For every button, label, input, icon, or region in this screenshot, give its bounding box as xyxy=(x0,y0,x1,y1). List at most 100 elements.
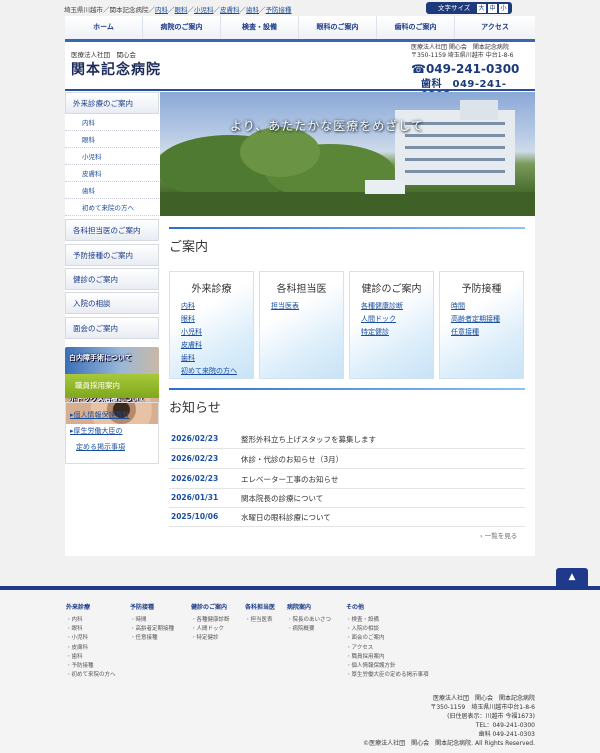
page-top-button[interactable]: ▲ xyxy=(556,568,588,586)
card-doctors-title: 各科担当医 xyxy=(276,284,327,295)
sidebar-links-box: ▸個人情報保護方針 ▸厚生労働大臣の 定める掲示事項 xyxy=(65,402,159,464)
sidebar-item-checkup[interactable]: 健診のご案内 xyxy=(65,268,159,290)
footer-col-vaccination: 予防接種 時間 高齢者定期接種 任意接種 xyxy=(130,602,174,644)
footer-col-doctors: 各科担当医 担当医表 xyxy=(245,602,275,625)
news-rule xyxy=(169,388,525,390)
footer: 外来診療 内科 眼科 小児科 皮膚科 歯科 予防接種 初めて来院の方へ 予防接種… xyxy=(0,586,600,753)
footer-link[interactable]: アクセス xyxy=(346,644,429,653)
top-bar: 埼玉県川越市／関本記念病院／内科／眼科／小児科／皮膚科／歯科／予防接種 文字サイ… xyxy=(0,0,600,16)
footer-link[interactable]: 小児科 xyxy=(66,634,116,643)
footer-link[interactable]: 厚生労働大臣の定める掲示事項 xyxy=(346,671,429,680)
font-size-switcher: 文字サイズ 大 中 小 xyxy=(426,2,512,14)
nav-dentistry[interactable]: 歯科のご案内 xyxy=(377,16,455,39)
footer-link[interactable]: 入院の相談 xyxy=(346,625,429,634)
card-outpatient: 外来診療 内科 眼科 小児科 皮膚科 歯科 初めて来院の方へ xyxy=(169,271,254,379)
breadcrumb-link-shika[interactable]: 歯科 xyxy=(246,6,259,14)
footer-link[interactable]: 面会のご案内 xyxy=(346,634,429,643)
footer-link[interactable]: 検査・設備 xyxy=(346,616,429,625)
sidebar-item-vaccination[interactable]: 予防接種のご案内 xyxy=(65,244,159,266)
card-checkup-link-specific[interactable]: 特定健診 xyxy=(361,327,389,337)
arrow-right-icon: › xyxy=(480,532,483,540)
breadcrumb: 埼玉県川越市／関本記念病院／内科／眼科／小児科／皮膚科／歯科／予防接種 xyxy=(64,6,292,14)
footer-link[interactable]: 各種健康診断 xyxy=(191,616,230,625)
footer-link[interactable]: 特定健診 xyxy=(191,634,230,643)
footer-link[interactable]: 担当医表 xyxy=(245,616,275,625)
arrow-up-icon: ▲ xyxy=(568,572,576,582)
footer-link[interactable]: 時間 xyxy=(130,616,174,625)
footer-col-hospital: 病院案内 院長のあいさつ 病院概要 xyxy=(287,602,331,634)
news-item[interactable]: 2026/01/31 関本院長の診療について xyxy=(169,489,525,508)
footer-link[interactable]: 高齢者定期接種 xyxy=(130,625,175,634)
sidebar-sub-first-visit[interactable]: 初めて来院の方へ xyxy=(65,200,159,216)
font-size-large-button[interactable]: 大 xyxy=(477,4,486,13)
sidebar-sub-shonika[interactable]: 小児科 xyxy=(65,149,159,165)
card-vaccination: 予防接種 時間 高齢者定期接種 任意接種 xyxy=(439,271,524,379)
sidebar-item-doctors[interactable]: 各科担当医のご案内 xyxy=(65,219,159,241)
footer-link[interactable]: 初めて来院の方へ xyxy=(66,671,116,680)
hero-image: より、あたたかな医療をめざして xyxy=(160,92,535,216)
nav-ophthalmology[interactable]: 眼科のご案内 xyxy=(299,16,377,39)
sidebar-sub-ganka[interactable]: 眼科 xyxy=(65,132,159,148)
footer-link[interactable]: 職員採用案内 xyxy=(346,653,429,662)
nav-exams-facilities[interactable]: 検査・設備 xyxy=(221,16,299,39)
card-vaccination-link-time[interactable]: 時間 xyxy=(451,301,465,311)
cataract-banner-label: 白内障手術について xyxy=(69,354,132,362)
breadcrumb-link-hifuka[interactable]: 皮膚科 xyxy=(220,6,240,14)
footer-link[interactable]: 皮膚科 xyxy=(66,644,116,653)
footer-col-checkup: 健診のご案内 各種健康診断 人間ドック 特定健診 xyxy=(191,602,230,644)
card-outpatient-link-first-visit[interactable]: 初めて来院の方へ xyxy=(181,366,237,376)
nav-home[interactable]: ホーム xyxy=(65,16,143,39)
font-size-medium-button[interactable]: 中 xyxy=(488,4,497,13)
card-vaccination-link-optional[interactable]: 任意接種 xyxy=(451,327,479,337)
card-doctors-link-schedule[interactable]: 担当医表 xyxy=(271,301,299,311)
card-vaccination-link-elderly[interactable]: 高齢者定期接種 xyxy=(451,314,500,324)
sidebar-sub-hifuka[interactable]: 皮膚科 xyxy=(65,166,159,182)
footer-link[interactable]: 人間ドック xyxy=(191,625,230,634)
footer-link[interactable]: 病院概要 xyxy=(287,625,331,634)
footer-link[interactable]: 任意接種 xyxy=(130,634,174,643)
footer-link[interactable]: 院長のあいさつ xyxy=(287,616,332,625)
breadcrumb-prefix: 埼玉県川越市／関本記念病院／ xyxy=(64,6,155,14)
breadcrumb-link-naika[interactable]: 内科 xyxy=(155,6,168,14)
breadcrumb-link-yobo[interactable]: 予防接種 xyxy=(266,6,292,14)
breadcrumb-link-shonika[interactable]: 小児科 xyxy=(194,6,214,14)
footer-link[interactable]: 内科 xyxy=(66,616,116,625)
card-outpatient-link-shonika[interactable]: 小児科 xyxy=(181,327,202,337)
card-outpatient-link-naika[interactable]: 内科 xyxy=(181,301,195,311)
privacy-policy-link[interactable]: ▸個人情報保護方針 xyxy=(70,410,130,420)
guide-title: ご案内 xyxy=(169,240,209,255)
footer-link[interactable]: 予防接種 xyxy=(66,662,116,671)
nav-hospital-guide[interactable]: 病院のご案内 xyxy=(143,16,221,39)
breadcrumb-link-ganka[interactable]: 眼科 xyxy=(175,6,188,14)
card-outpatient-link-ganka[interactable]: 眼科 xyxy=(181,314,195,324)
mhlw-notice-link[interactable]: ▸厚生労働大臣の xyxy=(70,426,123,436)
news-item[interactable]: 2026/02/23 エレベーター工事のお知らせ xyxy=(169,470,525,489)
card-checkup-link-dock[interactable]: 人間ドック xyxy=(361,314,396,324)
news-item[interactable]: 2026/02/23 休診・代診のお知らせ（3月） xyxy=(169,450,525,469)
card-outpatient-link-shika[interactable]: 歯科 xyxy=(181,353,195,363)
recruit-button[interactable]: 職員採用案内 xyxy=(65,374,159,398)
card-outpatient-link-hifuka[interactable]: 皮膚科 xyxy=(181,340,202,350)
card-doctors: 各科担当医 担当医表 xyxy=(259,271,344,379)
font-size-small-button[interactable]: 小 xyxy=(499,4,508,13)
mhlw-notice-link-cont[interactable]: 定める掲示事項 xyxy=(76,442,125,452)
card-checkup-link-health[interactable]: 各種健康診断 xyxy=(361,301,403,311)
sidebar-head-outpatient[interactable]: 外来診療のご案内 xyxy=(65,92,159,114)
footer-col-other: その他 検査・設備 入院の相談 面会のご案内 アクセス 職員採用案内 個人情報保… xyxy=(346,602,429,680)
nav-access[interactable]: アクセス xyxy=(455,16,535,39)
news-item[interactable]: 2026/02/23 整形外科立ち上げスタッフを募集します xyxy=(169,430,525,449)
news-more-link[interactable]: › 一覧を見る xyxy=(480,530,517,540)
card-vaccination-title: 予防接種 xyxy=(461,284,502,295)
footer-link[interactable]: 歯科 xyxy=(66,653,116,662)
sidebar-item-admission[interactable]: 入院の相談 xyxy=(65,292,159,314)
sidebar-sub-shika[interactable]: 歯科 xyxy=(65,183,159,199)
sidebar-item-visiting[interactable]: 面会のご案内 xyxy=(65,317,159,339)
footer-link[interactable]: 個人情報保護方針 xyxy=(346,662,429,671)
hospital-logo[interactable]: 関本記念病院 xyxy=(71,59,161,79)
footer-link[interactable]: 眼科 xyxy=(66,625,116,634)
sidebar-sub-naika[interactable]: 内科 xyxy=(65,115,159,131)
card-outpatient-title: 外来診療 xyxy=(191,284,232,295)
news-title: お知らせ xyxy=(169,401,221,416)
news-item[interactable]: 2025/10/06 水曜日の眼科診療について xyxy=(169,508,525,527)
header-divider xyxy=(65,89,535,91)
